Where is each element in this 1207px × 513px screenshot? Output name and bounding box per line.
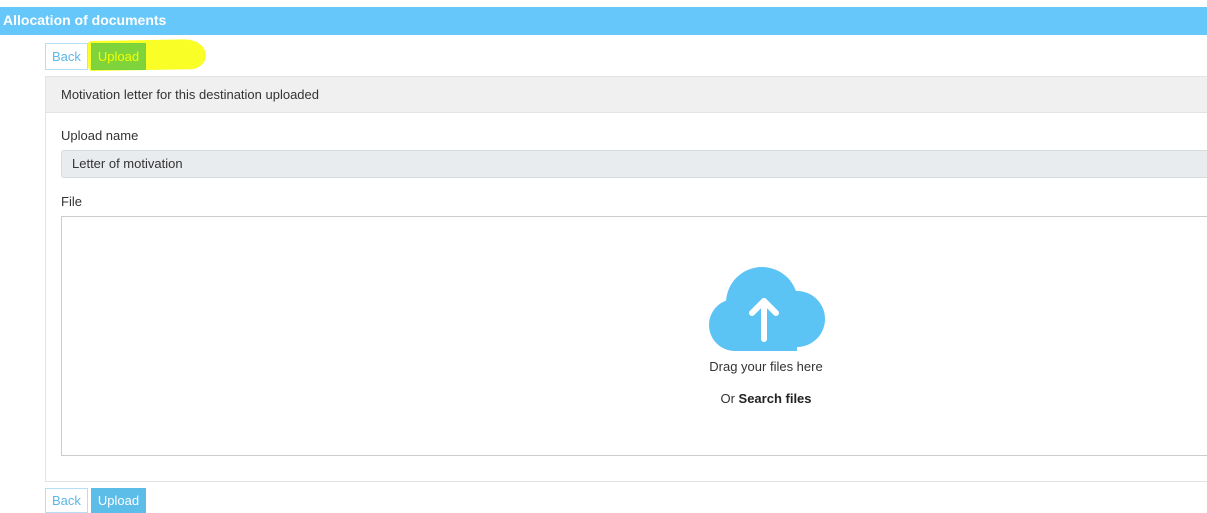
bottom-toolbar: Back Upload <box>45 488 147 513</box>
page-title-bar: Allocation of documents <box>0 7 1207 35</box>
cloud-upload-icon[interactable] <box>707 267 825 351</box>
upload-name-label: Upload name <box>61 128 139 143</box>
page: Allocation of documents Back Upload Moti… <box>0 0 1207 513</box>
upload-button-top[interactable]: Upload <box>90 43 147 70</box>
or-text: Or <box>720 391 735 406</box>
search-files-link[interactable]: Search files <box>739 391 812 406</box>
top-toolbar: Back Upload <box>45 43 147 70</box>
file-label: File <box>61 194 82 209</box>
back-button-top[interactable]: Back <box>45 43 88 70</box>
back-button-bottom[interactable]: Back <box>45 488 88 513</box>
panel-heading: Motivation letter for this destination u… <box>46 77 1207 113</box>
upload-button-bottom[interactable]: Upload <box>90 488 147 513</box>
upload-name-field[interactable]: Letter of motivation <box>61 150 1207 178</box>
file-dropzone[interactable]: Drag your files here Or Search files <box>61 216 1207 456</box>
page-title: Allocation of documents <box>3 12 167 28</box>
search-files-row: Or Search files <box>666 391 866 406</box>
upload-panel: Motivation letter for this destination u… <box>45 76 1207 482</box>
drag-files-text: Drag your files here <box>709 359 823 374</box>
